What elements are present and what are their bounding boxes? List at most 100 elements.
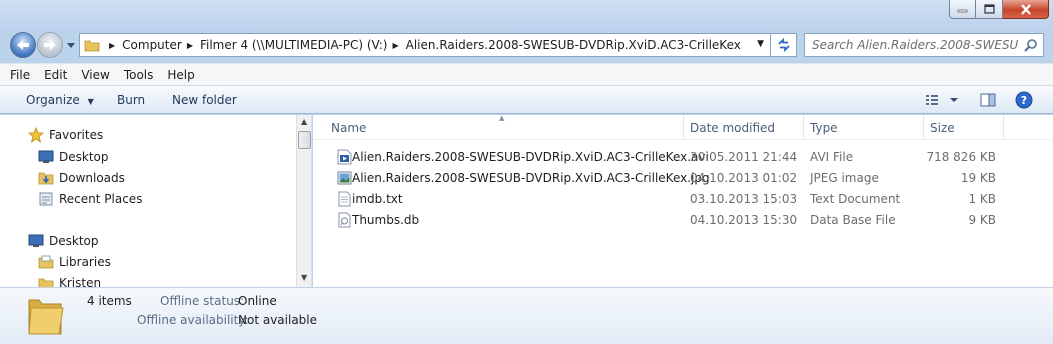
file-row[interactable]: Thumbs.db 04.10.2013 15:30 Data Base Fil… [313, 210, 1053, 231]
details-pane: 4 items Offline status: Online Offline a… [0, 287, 1053, 344]
navigation-scrollbar[interactable]: ▲ ▼ [296, 115, 311, 287]
breadcrumb-drive[interactable]: Filmer 4 (\\MULTIMEDIA-PC) (V:) [200, 38, 388, 52]
file-name: Thumbs.db [352, 213, 420, 227]
file-size: 718 826 KB [926, 150, 996, 164]
libraries-icon [38, 254, 54, 270]
organize-label: Organize [26, 93, 80, 107]
file-type: Data Base File [810, 213, 896, 227]
breadcrumb-computer[interactable]: Computer [122, 38, 182, 52]
search-box[interactable] [804, 33, 1044, 57]
scrollbar-thumb[interactable] [298, 131, 311, 149]
organize-button[interactable]: Organize ▼ [26, 93, 94, 107]
menu-bar: File Edit View Tools Help [0, 63, 1053, 85]
menu-tools[interactable]: Tools [124, 68, 154, 82]
offline-availability-label: Offline availability: [137, 313, 249, 327]
help-icon[interactable]: ? [1015, 91, 1033, 109]
menu-file[interactable]: File [10, 68, 30, 82]
image-file-icon [337, 171, 352, 185]
file-date: 04.10.2013 15:30 [690, 213, 798, 227]
file-name: imdb.txt [352, 192, 403, 206]
menu-view[interactable]: View [81, 68, 109, 82]
file-size: 19 KB [960, 171, 996, 185]
column-header: ▲ Name Date modified Type Size [313, 114, 1053, 140]
sidebar-item-favorites[interactable]: Favorites [28, 127, 103, 143]
navigation-pane: Favorites Desktop Downloads Recent Place… [0, 115, 312, 287]
column-type[interactable]: Type [810, 121, 838, 135]
column-divider[interactable] [923, 115, 924, 140]
sidebar-item-kristen[interactable]: Kristen [38, 275, 101, 287]
column-size[interactable]: Size [930, 121, 955, 135]
refresh-button[interactable] [771, 33, 797, 57]
column-name[interactable]: Name [331, 121, 366, 135]
search-input[interactable] [812, 38, 1018, 52]
downloads-folder-icon [38, 170, 54, 186]
close-button[interactable] [1003, 0, 1049, 19]
file-name: Alien.Raiders.2008-SWESUB-DVDRip.XviD.AC… [352, 150, 709, 164]
offline-availability-value: Not available [238, 313, 318, 327]
column-divider[interactable] [683, 115, 684, 140]
scroll-up-icon[interactable]: ▲ [301, 117, 307, 126]
desktop-icon [38, 149, 54, 165]
address-bar[interactable]: ▶ Computer ▶ Filmer 4 (\\MULTIMEDIA-PC) … [79, 33, 771, 57]
column-divider[interactable] [1003, 115, 1004, 140]
forward-arrow-icon [44, 40, 56, 50]
sidebar-item-label: Kristen [59, 276, 102, 287]
sidebar-item-label: Downloads [59, 171, 125, 185]
sidebar-item-label: Desktop [49, 234, 99, 248]
minimize-icon [957, 9, 968, 13]
search-icon [1024, 39, 1037, 52]
scroll-down-icon[interactable]: ▼ [301, 273, 307, 282]
file-name: Alien.Raiders.2008-SWESUB-DVDRip.XviD.AC… [352, 171, 710, 185]
file-row[interactable]: Alien.Raiders.2008-SWESUB-DVDRip.XviD.AC… [313, 147, 1053, 168]
burn-button[interactable]: Burn [117, 93, 145, 107]
breadcrumb-separator-icon[interactable]: ▶ [392, 41, 398, 50]
file-type: JPEG image [810, 171, 879, 185]
column-divider[interactable] [803, 115, 804, 140]
database-file-icon [338, 212, 351, 228]
file-date: 30.05.2011 21:44 [690, 150, 798, 164]
menu-help[interactable]: Help [167, 68, 194, 82]
chevron-down-icon: ▼ [87, 97, 94, 106]
user-folder-icon [38, 275, 54, 287]
star-icon [28, 127, 44, 143]
new-folder-button[interactable]: New folder [172, 93, 237, 107]
close-icon [1020, 3, 1031, 15]
video-file-icon [337, 149, 352, 165]
maximize-button[interactable] [976, 0, 1003, 19]
folder-icon [28, 299, 64, 335]
sidebar-item-desktop-favorite[interactable]: Desktop [38, 149, 109, 165]
sidebar-item-recent-places[interactable]: Recent Places [38, 191, 142, 207]
breadcrumb-separator-icon: ▶ [109, 40, 116, 50]
preview-pane-icon[interactable] [980, 92, 996, 108]
sidebar-item-label: Desktop [59, 150, 109, 164]
view-options-icon[interactable] [925, 92, 959, 108]
sidebar-item-libraries[interactable]: Libraries [38, 254, 111, 270]
file-row[interactable]: Alien.Raiders.2008-SWESUB-DVDRip.XviD.AC… [313, 168, 1053, 189]
maximize-icon [983, 4, 995, 14]
desktop-icon [28, 233, 44, 249]
file-date: 03.10.2013 15:03 [690, 192, 798, 206]
folder-icon [84, 40, 100, 51]
back-arrow-icon [17, 40, 29, 50]
back-button[interactable] [10, 32, 36, 58]
sidebar-item-label: Favorites [49, 128, 104, 142]
file-type: Text Document [810, 192, 901, 206]
file-row[interactable]: imdb.txt 03.10.2013 15:03 Text Document … [313, 189, 1053, 210]
offline-status-label: Offline status: [160, 294, 245, 308]
file-date: 04.10.2013 01:02 [690, 171, 798, 185]
title-bar [0, 0, 1053, 30]
menu-edit[interactable]: Edit [44, 68, 67, 82]
sidebar-item-downloads[interactable]: Downloads [38, 170, 125, 186]
forward-button[interactable] [37, 32, 63, 58]
minimize-button[interactable] [949, 0, 976, 19]
breadcrumb-separator-icon[interactable]: ▶ [187, 41, 193, 50]
recent-pages-dropdown-icon[interactable] [66, 40, 76, 50]
sidebar-item-desktop[interactable]: Desktop [28, 233, 99, 249]
breadcrumb-folder[interactable]: Alien.Raiders.2008-SWESUB-DVDRip.XviD.AC… [406, 38, 741, 52]
recent-places-icon [38, 191, 54, 207]
sidebar-item-label: Recent Places [59, 192, 143, 206]
file-size: 1 KB [968, 192, 996, 206]
address-history-dropdown-icon[interactable]: ▼ [757, 39, 764, 49]
column-date-modified[interactable]: Date modified [690, 121, 775, 135]
command-bar: Organize ▼ Burn New folder ? [0, 85, 1053, 114]
